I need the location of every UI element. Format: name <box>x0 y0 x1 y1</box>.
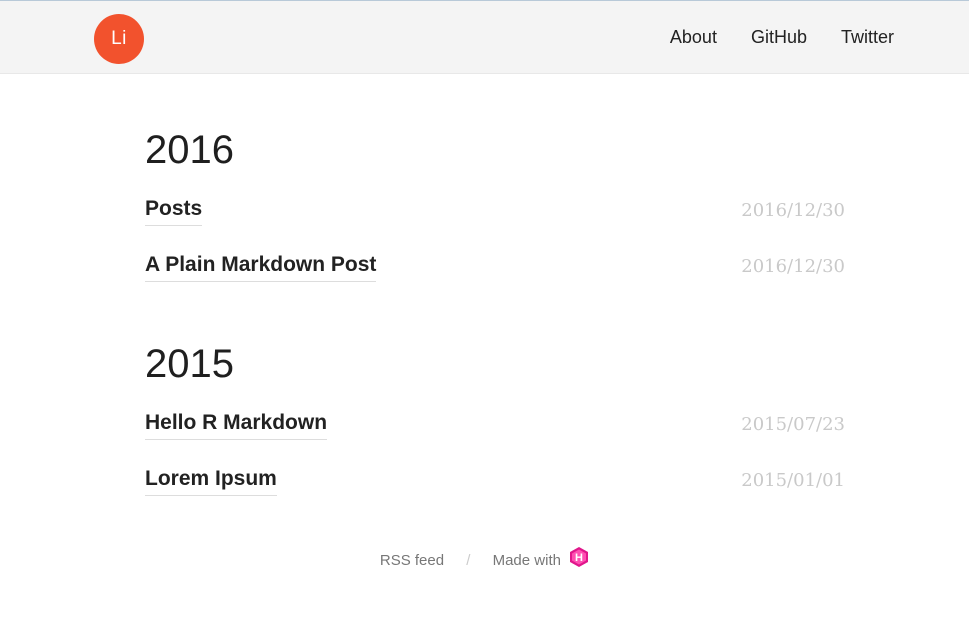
post-title-link[interactable]: Hello R Markdown <box>145 411 328 440</box>
post-title-link[interactable]: Posts <box>145 197 203 226</box>
site-footer: RSS feed / Made with H <box>0 546 969 574</box>
post-title-link[interactable]: A Plain Markdown Post <box>145 253 377 282</box>
year-heading: 2015 <box>145 342 234 386</box>
nav-twitter-link[interactable]: Twitter <box>841 27 894 48</box>
post-item: Lorem Ipsum 2015/01/01 <box>145 467 845 496</box>
post-date: 2016/12/30 <box>741 256 845 277</box>
logo-text: Li <box>111 28 127 49</box>
site-logo[interactable]: Li <box>94 14 144 64</box>
post-date: 2015/07/23 <box>741 414 845 435</box>
footer-separator: / <box>466 551 471 569</box>
post-date: 2016/12/30 <box>741 200 845 221</box>
year-heading: 2016 <box>145 128 234 172</box>
post-item: A Plain Markdown Post 2016/12/30 <box>145 253 845 282</box>
rss-feed-link[interactable]: RSS feed <box>380 552 444 569</box>
main-nav: About GitHub Twitter <box>636 27 894 48</box>
hugo-logo-icon[interactable]: H <box>569 546 589 572</box>
nav-about-link[interactable]: About <box>670 27 717 48</box>
post-title-link[interactable]: Lorem Ipsum <box>145 467 277 496</box>
post-item: Posts 2016/12/30 <box>145 197 845 226</box>
svg-text:H: H <box>575 552 583 564</box>
post-date: 2015/01/01 <box>741 470 845 491</box>
site-header: Li About GitHub Twitter <box>0 1 969 74</box>
nav-github-link[interactable]: GitHub <box>751 27 807 48</box>
made-with-label: Made with <box>492 551 561 569</box>
post-item: Hello R Markdown 2015/07/23 <box>145 411 845 440</box>
